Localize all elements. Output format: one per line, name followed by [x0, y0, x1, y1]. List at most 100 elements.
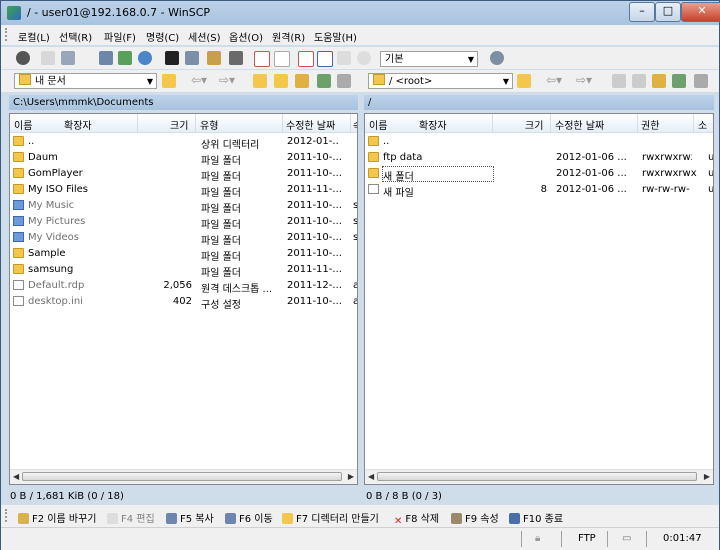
scroll-left-icon[interactable]: ◀	[368, 472, 374, 481]
reconnect-icon[interactable]	[357, 51, 371, 65]
local-forward-icon[interactable]: ⇨▾	[219, 73, 235, 87]
local-file-panel[interactable]: 이름 확장자 크기 유형 수정한 날짜 속 .. 상위 디렉터리 2012-01-.…	[9, 113, 358, 485]
remote-file-panel[interactable]: 이름 확장자 크기 수정한 날짜 권한 소 .. ftp data 2012-01-…	[364, 113, 714, 485]
unselect-icon[interactable]	[274, 51, 290, 67]
open-folder-icon[interactable]	[162, 74, 176, 88]
table-row[interactable]: samsung 파일 폴더 2011-11-...	[10, 262, 357, 279]
table-row[interactable]: Sample 파일 폴더 2011-10-...	[10, 246, 357, 263]
remote-location-combo[interactable]: / <root> ▼	[368, 73, 513, 89]
col-name[interactable]: 이름	[14, 117, 32, 132]
local-parent-dir-icon[interactable]	[253, 74, 267, 88]
open-folder-icon[interactable]	[517, 74, 531, 88]
col-attr[interactable]: 속	[353, 117, 357, 132]
col-ext[interactable]: 확장자	[64, 117, 92, 132]
table-row[interactable]: .. 상위 디렉터리 2012-01-..	[10, 134, 357, 151]
rename-icon	[18, 513, 29, 524]
table-row[interactable]: desktop.ini 402 구성 설정 2011-10-... a	[10, 294, 357, 311]
scroll-right-icon[interactable]: ▶	[348, 472, 354, 481]
local-back-icon[interactable]: ⇦▾	[191, 73, 207, 87]
col-modified[interactable]: 수정한 날짜	[555, 117, 604, 132]
copy-button[interactable]: F5 복사	[166, 510, 214, 525]
invert-selection-icon[interactable]	[317, 51, 333, 67]
edit-button[interactable]: F4 편집	[107, 510, 155, 525]
scroll-right-icon[interactable]: ▶	[704, 472, 710, 481]
keep-uptodate-icon[interactable]	[99, 51, 113, 65]
session-icon[interactable]	[207, 51, 221, 65]
table-row[interactable]: My Pictures 파일 폴더 2011-10-... s	[10, 214, 357, 231]
transfer-options-icon[interactable]	[490, 51, 504, 65]
table-row[interactable]: My ISO Files 파일 폴더 2011-11-...	[10, 182, 357, 199]
remote-forward-icon[interactable]: ⇨▾	[576, 73, 592, 87]
transfer-icon[interactable]	[118, 51, 132, 65]
col-ext[interactable]: 확장자	[419, 117, 447, 132]
select-all-icon[interactable]	[254, 51, 270, 67]
disconnect-icon[interactable]	[337, 51, 351, 65]
folder-icon	[19, 74, 31, 85]
scroll-left-icon[interactable]: ◀	[13, 472, 19, 481]
terminal-icon[interactable]	[165, 51, 179, 65]
table-row[interactable]: GomPlayer 파일 폴더 2011-10-...	[10, 166, 357, 183]
col-type[interactable]: 유형	[200, 117, 218, 132]
remote-back-icon[interactable]: ⇦▾	[546, 73, 562, 87]
local-root-dir-icon[interactable]	[274, 74, 288, 88]
quit-button[interactable]: F10 종료	[509, 510, 563, 525]
synchronize-icon[interactable]	[61, 51, 75, 65]
cell-name: samsung	[28, 264, 74, 275]
col-modified[interactable]: 수정한 날짜	[286, 117, 335, 132]
create-directory-button[interactable]: F7 디렉터리 만들기	[282, 510, 379, 525]
col-size[interactable]: 크기	[170, 117, 188, 132]
remote-find-icon[interactable]	[694, 74, 708, 88]
local-location-combo[interactable]: 내 문서 ▼	[14, 73, 157, 89]
transfer-settings-combo[interactable]: 기본 ▼	[380, 51, 478, 67]
table-row[interactable]: ftp data 2012-01-06 ... rwxrwxrwx u	[365, 150, 713, 166]
properties-button[interactable]: F9 속성	[451, 510, 499, 525]
table-row[interactable]: 새 파일 8 2012-01-06 ... rw-rw-rw-u	[365, 182, 714, 199]
menu-session[interactable]: 세션(S)	[188, 29, 221, 44]
menu-help[interactable]: 도움말(H)	[314, 29, 357, 44]
cell-owner: u	[708, 184, 714, 195]
remote-root-dir-icon[interactable]	[632, 74, 646, 88]
options-icon[interactable]	[229, 51, 243, 65]
console-icon[interactable]	[41, 51, 55, 65]
local-find-icon[interactable]	[337, 74, 351, 88]
queue-icon[interactable]	[185, 51, 199, 65]
col-size[interactable]: 크기	[525, 117, 543, 132]
local-horizontal-scrollbar[interactable]: ◀ ▶	[10, 469, 357, 484]
close-button[interactable]: ✕	[681, 2, 720, 22]
move-button[interactable]: F6 이동	[225, 510, 273, 525]
menu-remote[interactable]: 원격(R)	[272, 29, 305, 44]
title-bar[interactable]: / - user01@192.168.0.7 - WinSCP – □ ✕	[1, 1, 720, 25]
local-home-dir-icon[interactable]	[295, 74, 309, 88]
menu-select[interactable]: 선택(R)	[59, 29, 92, 44]
scroll-thumb[interactable]	[377, 472, 697, 481]
menu-file[interactable]: 파일(F)	[104, 29, 136, 44]
table-row[interactable]: 새 폴더 2012-01-06 ... rwxrwxrwx u	[368, 166, 713, 183]
table-row[interactable]: My Music 파일 폴더 2011-10-... s	[10, 198, 357, 215]
local-refresh-icon[interactable]	[317, 74, 331, 88]
col-owner[interactable]: 소	[698, 117, 707, 132]
menu-command[interactable]: 명령(C)	[146, 29, 179, 44]
delete-button[interactable]: ✕ F8 삭제	[394, 510, 439, 527]
remote-parent-dir-icon[interactable]	[612, 74, 626, 88]
refresh-icon[interactable]	[138, 51, 152, 65]
table-row[interactable]: Default.rdp 2,056 원격 데스크톱 ... 2011-12-... a	[10, 278, 357, 295]
filter-icon[interactable]	[298, 51, 314, 67]
scroll-thumb[interactable]	[22, 472, 342, 481]
preferences-gear-icon[interactable]	[16, 51, 30, 65]
remote-home-dir-icon[interactable]	[652, 74, 666, 88]
col-permissions[interactable]: 권한	[641, 117, 659, 132]
col-name[interactable]: 이름	[369, 117, 387, 132]
minimize-button[interactable]: –	[629, 2, 655, 22]
maximize-button[interactable]: □	[655, 2, 681, 22]
rename-button[interactable]: F2 이름 바꾸기	[18, 510, 96, 525]
table-row[interactable]: Daum 파일 폴더 2011-10-...	[10, 150, 357, 167]
cell-date: 2012-01-..	[287, 136, 339, 147]
cell-date: 2012-01-06 ...	[556, 168, 627, 179]
remote-horizontal-scrollbar[interactable]: ◀ ▶	[365, 469, 713, 484]
menu-local[interactable]: 로컬(L)	[18, 29, 50, 44]
menu-options[interactable]: 옵션(O)	[229, 29, 263, 44]
remote-refresh-icon[interactable]	[672, 74, 686, 88]
table-row[interactable]: ..	[365, 134, 713, 150]
cell-name: My ISO Files	[28, 184, 89, 195]
table-row[interactable]: My Videos 파일 폴더 2011-10-... s	[10, 230, 357, 247]
